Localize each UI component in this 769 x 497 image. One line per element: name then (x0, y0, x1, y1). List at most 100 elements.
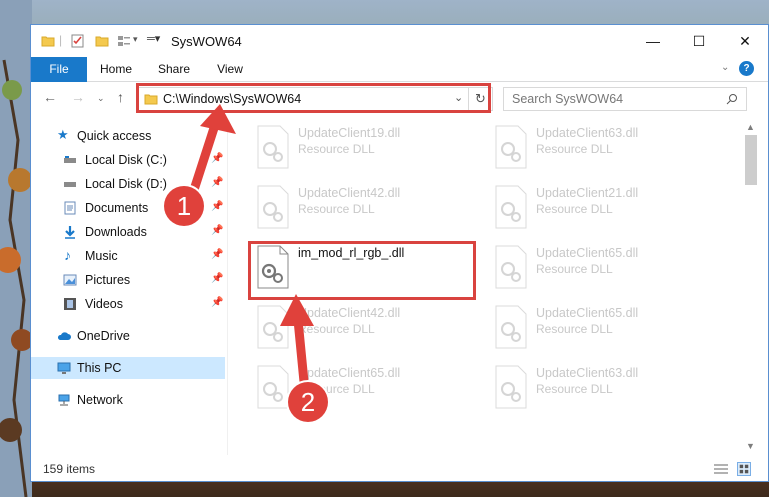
search-icon (726, 94, 737, 105)
star-icon: ★ (57, 127, 69, 142)
file-item[interactable]: UpdateClient42.dll Resource DLL (246, 301, 476, 353)
sidebar-item-music[interactable]: ♪ Music 📌 (31, 245, 225, 267)
documents-icon (64, 201, 76, 215)
sidebar-item-label: OneDrive (77, 329, 130, 343)
help-icon[interactable]: ? (739, 61, 754, 76)
address-bar-highlight (136, 83, 491, 113)
tiles-view-icon[interactable] (737, 462, 751, 476)
sidebar-item-label: Pictures (85, 273, 131, 287)
tab-home[interactable]: Home (93, 57, 139, 82)
pin-icon[interactable]: 📌 (211, 153, 223, 164)
file-name: UpdateClient65.dll (536, 306, 639, 320)
dll-file-icon (495, 185, 527, 229)
dll-file-icon (495, 305, 527, 349)
scrollbar-thumb[interactable] (745, 135, 757, 185)
sidebar-item-label: Downloads (85, 225, 147, 239)
tab-view[interactable]: View (207, 57, 253, 82)
quick-access-dropdown-icon[interactable]: ═▾ (147, 32, 160, 45)
customize-toolbar-icon[interactable] (117, 34, 131, 48)
dll-file-icon (257, 365, 289, 409)
dll-file-icon (257, 305, 289, 349)
file-type: Resource DLL (536, 262, 613, 276)
toolbar-dropdown-icon[interactable]: ▾ (133, 34, 138, 45)
sidebar-item-label: This PC (77, 361, 122, 375)
file-type: Resource DLL (298, 322, 375, 336)
ribbon-tabs: File Home Share View ⌄ ? (31, 57, 768, 82)
sidebar-item-quick-access[interactable]: ★ Quick access (31, 125, 225, 147)
file-name: UpdateClient42.dll (298, 186, 401, 200)
file-name: UpdateClient63.dll (536, 126, 639, 140)
vertical-scrollbar[interactable]: ▲ ▼ (743, 121, 760, 455)
file-highlight (248, 241, 476, 300)
scroll-down-icon[interactable]: ▼ (746, 441, 755, 451)
sidebar-item-this-pc[interactable]: This PC (31, 357, 225, 379)
minimize-button[interactable]: — (630, 25, 676, 57)
file-type: Resource DLL (536, 202, 613, 216)
back-arrow-icon[interactable]: ← (43, 89, 57, 105)
title-separator: | (59, 33, 63, 47)
up-arrow-icon[interactable]: ↑ (117, 89, 124, 105)
maximize-button[interactable]: ☐ (676, 25, 722, 57)
expand-ribbon-icon[interactable]: ⌄ (721, 62, 729, 73)
sidebar-item-label: Local Disk (C:) (85, 153, 167, 167)
forward-arrow-icon[interactable]: → (71, 89, 85, 105)
file-item[interactable]: UpdateClient63.dll Resource DLL (484, 361, 714, 413)
file-name: UpdateClient19.dll (298, 126, 401, 140)
file-type: Resource DLL (298, 202, 375, 216)
music-icon: ♪ (64, 247, 71, 263)
file-item[interactable]: UpdateClient63.dll Resource DLL (484, 121, 714, 173)
desktop-background (0, 0, 32, 497)
sidebar-item-pictures[interactable]: Pictures 📌 (31, 269, 225, 291)
sidebar-item-local-disk-c[interactable]: Local Disk (C:) 📌 (31, 149, 225, 171)
sidebar-item-label: Quick access (77, 129, 152, 143)
folder-icon (41, 36, 55, 47)
dll-file-icon (495, 245, 527, 289)
sidebar-item-label: Music (85, 249, 118, 263)
pin-icon[interactable]: 📌 (211, 249, 223, 260)
file-item[interactable]: UpdateClient65.dll Resource DLL (484, 301, 714, 353)
scroll-up-icon[interactable]: ▲ (746, 122, 755, 132)
details-view-icon[interactable] (713, 463, 729, 475)
drive-icon (64, 182, 76, 187)
sidebar-item-onedrive[interactable]: OneDrive (31, 325, 225, 347)
search-input[interactable]: Search SysWOW64 (503, 87, 747, 111)
close-button[interactable]: ✕ (722, 25, 768, 57)
tab-file[interactable]: File (31, 57, 87, 82)
file-name: UpdateClient65.dll (536, 246, 639, 260)
dll-file-icon (257, 185, 289, 229)
properties-icon[interactable] (71, 34, 85, 48)
pin-icon[interactable]: 📌 (211, 201, 223, 212)
dll-file-icon (495, 365, 527, 409)
file-item[interactable]: UpdateClient21.dll Resource DLL (484, 181, 714, 233)
sidebar-item-network[interactable]: Network (31, 389, 225, 411)
step-badge-2: 2 (288, 382, 328, 422)
sidebar-item-videos[interactable]: Videos 📌 (31, 293, 225, 315)
sidebar-item-label: Documents (85, 201, 149, 215)
window-title: SysWOW64 (171, 34, 242, 49)
pin-icon[interactable]: 📌 (211, 297, 223, 308)
pin-icon[interactable]: 📌 (211, 177, 223, 188)
file-item[interactable]: UpdateClient19.dll Resource DLL (246, 121, 476, 173)
computer-icon (57, 362, 71, 374)
tab-share[interactable]: Share (151, 57, 197, 82)
file-item[interactable]: UpdateClient65.dll Resource DLL (484, 241, 714, 293)
sidebar-item-downloads[interactable]: Downloads 📌 (31, 221, 225, 243)
file-item[interactable]: UpdateClient42.dll Resource DLL (246, 181, 476, 233)
item-count: 159 items (43, 462, 96, 476)
navigation-pane: ★ Quick access Local Disk (C:) 📌 Local D… (31, 121, 227, 455)
file-name: UpdateClient42.dll (298, 306, 401, 320)
pin-icon[interactable]: 📌 (211, 273, 223, 284)
recent-locations-icon[interactable]: ⌄ (97, 93, 105, 104)
file-item[interactable]: UpdateClient65.dll Resource DLL (246, 361, 476, 413)
status-bar: 159 items (31, 457, 768, 481)
file-name: UpdateClient21.dll (536, 186, 639, 200)
pin-icon[interactable]: 📌 (211, 225, 223, 236)
drive-icon (64, 156, 76, 163)
dll-file-icon (495, 125, 527, 169)
file-type: Resource DLL (298, 142, 375, 156)
sidebar-item-label: Videos (85, 297, 123, 311)
pictures-icon (63, 274, 77, 286)
network-icon (58, 394, 70, 406)
file-name: UpdateClient65.dll (298, 366, 401, 380)
new-folder-icon[interactable] (95, 34, 109, 48)
